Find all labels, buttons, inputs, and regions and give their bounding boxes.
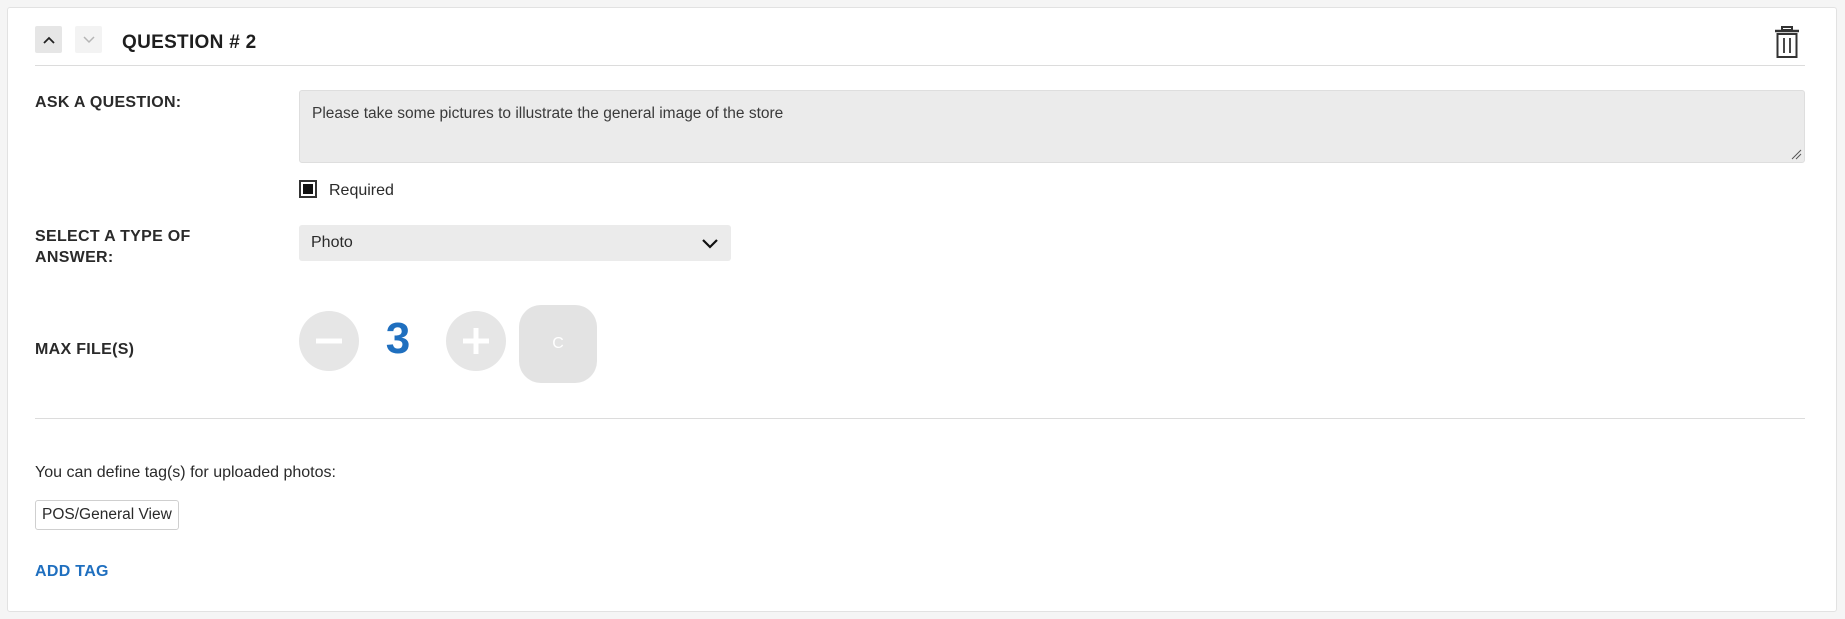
plus-icon — [463, 328, 489, 354]
checkbox-checked-mark — [303, 184, 313, 194]
chevron-down-icon — [702, 238, 718, 249]
question-text: Please take some pictures to illustrate … — [312, 105, 784, 122]
minus-icon — [316, 338, 342, 344]
decrement-button[interactable] — [299, 311, 359, 371]
tags-info-text: You can define tag(s) for uploaded photo… — [35, 464, 336, 481]
ask-question-label: ASK A QUESTION: — [35, 94, 182, 111]
question-textarea[interactable]: Please take some pictures to illustrate … — [299, 90, 1805, 163]
required-label: Required — [329, 182, 394, 199]
answer-type-label: SELECT A TYPE OF ANSWER: — [35, 226, 191, 268]
max-files-count: 3 — [385, 314, 411, 363]
increment-button[interactable] — [446, 311, 506, 371]
answer-type-label-line1: SELECT A TYPE OF — [35, 228, 191, 245]
delete-question-button[interactable] — [1772, 25, 1802, 59]
section-divider — [35, 418, 1805, 419]
resize-grip-icon[interactable] — [1790, 148, 1802, 160]
answer-type-select[interactable]: Photo — [299, 225, 731, 261]
header-divider — [35, 65, 1805, 66]
question-title: QUESTION # 2 — [122, 32, 257, 53]
max-files-label: MAX FILE(S) — [35, 341, 135, 358]
tag-chip[interactable]: POS/General View — [35, 500, 179, 530]
add-tag-button[interactable]: ADD TAG — [35, 563, 109, 581]
move-up-button[interactable] — [35, 26, 62, 53]
chevron-up-icon — [42, 36, 55, 44]
move-down-button[interactable] — [75, 26, 102, 53]
required-checkbox[interactable] — [299, 180, 317, 198]
trash-icon — [1775, 26, 1799, 58]
answer-type-label-line2: ANSWER: — [35, 249, 114, 266]
question-card: QUESTION # 2 ASK A QUESTION: Please take… — [7, 7, 1837, 612]
chevron-down-icon — [82, 35, 95, 43]
clear-button[interactable]: C — [519, 305, 597, 383]
answer-type-value: Photo — [311, 234, 353, 251]
